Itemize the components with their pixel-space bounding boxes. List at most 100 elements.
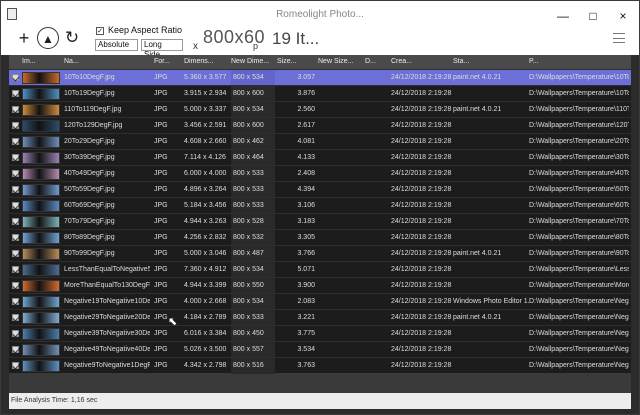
cell-name: 30To39DegF.jpg xyxy=(64,154,115,161)
cell-new-dimensions: 800 x 534 xyxy=(231,262,275,278)
cell-format: JPG xyxy=(154,282,168,289)
row-checkbox[interactable] xyxy=(12,250,19,257)
table-row[interactable]: 40To49DegF.jpg JPG 6.000 x 4.000 800 x 533 2… xyxy=(9,165,631,182)
table-row[interactable]: Negative9ToNegative1DegF.jpg JPG 4.342 x 2… xyxy=(9,357,631,374)
row-checkbox[interactable] xyxy=(12,282,19,289)
header-format[interactable]: For... xyxy=(154,55,184,69)
cell-path: D:\Wallpapers\Temperature\Negati... xyxy=(529,314,629,321)
table-row[interactable]: 10To19DegF.jpg JPG 3.915 x 2.934 800 x 600 3… xyxy=(9,85,631,102)
table-row[interactable]: 70To79DegF.jpg JPG 4.944 x 3.263 800 x 528 3… xyxy=(9,213,631,230)
image-thumbnail xyxy=(22,344,60,356)
cell-name: Negative49ToNegative40Deg... xyxy=(64,346,150,353)
cell-created: 24/12/2018 2:19:28 ... xyxy=(391,138,453,145)
side-select[interactable]: Long Side xyxy=(141,39,183,59)
header-size[interactable]: Size... xyxy=(277,55,315,69)
row-checkbox[interactable] xyxy=(12,314,19,321)
table-row[interactable]: 110To119DegF.jpg JPG 5.000 x 3.337 800 x 53… xyxy=(9,101,631,118)
row-checkbox[interactable] xyxy=(12,90,19,97)
cell-dimensions: 4.342 x 2.798 xyxy=(184,362,227,369)
table-row[interactable]: Negative39ToNegative30Deg... JPG 6.016 x 3… xyxy=(9,325,631,342)
cell-dimensions: 4.184 x 2.789 xyxy=(184,314,227,321)
table-row[interactable]: Negative49ToNegative40Deg... JPG 5.026 x 3… xyxy=(9,341,631,358)
cell-new-dimensions: 800 x 533 xyxy=(231,182,275,198)
table-row[interactable]: 50To59DegF.jpg JPG 4.896 x 3.264 800 x 533 4… xyxy=(9,181,631,198)
cell-name: Negative39ToNegative30Deg... xyxy=(64,330,150,337)
header-name[interactable]: Na... xyxy=(64,55,150,69)
cell-format: JPG xyxy=(154,138,168,145)
header-status[interactable]: Sta... xyxy=(453,55,529,69)
table-row[interactable]: Negative19ToNegative10DegF... JPG 4.000 x … xyxy=(9,293,631,310)
cell-size: 4.133 xyxy=(297,154,315,161)
cell-new-dimensions: 800 x 528 xyxy=(231,214,275,230)
process-button[interactable]: ▲ xyxy=(37,27,59,49)
header-image[interactable]: Im... xyxy=(22,55,60,69)
resize-mode-select[interactable]: Absolute xyxy=(95,39,138,51)
row-checkbox[interactable] xyxy=(12,138,19,145)
window-title: Romeolight Photo... xyxy=(276,9,364,20)
header-d[interactable]: D... xyxy=(365,55,387,69)
cell-size: 3.763 xyxy=(297,362,315,369)
table-row[interactable]: LessThanEqualToNegative50... JPG 7.360 x 4… xyxy=(9,261,631,278)
table-row[interactable]: 60To69DegF.jpg JPG 5.184 x 3.456 800 x 533 3… xyxy=(9,197,631,214)
cell-format: JPG xyxy=(154,202,168,209)
row-checkbox[interactable] xyxy=(12,122,19,129)
header-created[interactable]: Crea... xyxy=(391,55,453,69)
maximize-button[interactable]: □ xyxy=(579,5,607,27)
cell-size: 3.183 xyxy=(297,218,315,225)
row-checkbox[interactable] xyxy=(12,218,19,225)
row-checkbox[interactable] xyxy=(12,106,19,113)
cell-path: D:\Wallpapers\Temperature\120To1... xyxy=(529,122,629,129)
refresh-button[interactable]: ↻ xyxy=(61,27,83,49)
image-thumbnail xyxy=(22,152,60,164)
table-header: Im... Na... For... Dimens... New Dime...… xyxy=(9,55,631,69)
row-checkbox[interactable] xyxy=(12,234,19,241)
image-thumbnail xyxy=(22,136,60,148)
row-checkbox[interactable] xyxy=(12,362,19,369)
row-checkbox[interactable] xyxy=(12,170,19,177)
hamburger-menu-icon[interactable] xyxy=(613,33,625,43)
cell-created: 24/12/2018 2:19:28 ... xyxy=(391,218,453,225)
close-button[interactable]: × xyxy=(609,5,637,27)
keep-aspect-checkbox[interactable]: ✓ xyxy=(96,27,104,35)
row-checkbox[interactable] xyxy=(12,154,19,161)
cell-dimensions: 4.944 x 3.263 xyxy=(184,218,227,225)
minimize-button[interactable]: — xyxy=(549,5,577,27)
row-checkbox[interactable] xyxy=(12,330,19,337)
row-checkbox[interactable] xyxy=(12,74,19,81)
header-path[interactable]: P... xyxy=(529,55,629,69)
cell-path: D:\Wallpapers\Temperature\20To29... xyxy=(529,138,629,145)
cell-size: 4.394 xyxy=(297,186,315,193)
table-row[interactable]: 10To10DegF.jpg JPG 5.360 x 3.577 800 x 534 3… xyxy=(9,69,631,86)
row-checkbox[interactable] xyxy=(12,346,19,353)
cell-path: D:\Wallpapers\Temperature\Negati... xyxy=(529,330,629,337)
cell-name: 40To49DegF.jpg xyxy=(64,170,115,177)
cell-path: D:\Wallpapers\Temperature\70To79... xyxy=(529,218,629,225)
row-checkbox[interactable] xyxy=(12,266,19,273)
header-new-size[interactable]: New Size... xyxy=(318,55,362,69)
table-row[interactable]: Negative29ToNegative20Deg...JPG4.184 x 2… xyxy=(9,309,631,326)
cell-size: 2.617 xyxy=(297,122,315,129)
row-checkbox[interactable] xyxy=(12,186,19,193)
table-row[interactable]: 80To89DegF.jpg JPG 4.256 x 2.832 800 x 532 3… xyxy=(9,229,631,246)
cell-format: JPG xyxy=(154,234,168,241)
table-row[interactable]: 120To129DegF.jpg JPG 3.456 x 2.591 800 x 60… xyxy=(9,117,631,134)
cell-created: 24/12/2018 2:19:28 ... xyxy=(391,90,453,97)
cell-dimensions: 5.184 x 3.456 xyxy=(184,202,227,209)
status-bar: File Analysis Time: 1,16 sec xyxy=(9,393,631,409)
add-files-button[interactable]: + xyxy=(13,27,35,49)
row-checkbox[interactable] xyxy=(12,298,19,305)
cell-created: 24/12/2018 2:19:28 ... xyxy=(391,346,453,353)
image-thumbnail xyxy=(22,200,60,212)
cell-dimensions: 4.896 x 3.264 xyxy=(184,186,227,193)
cell-new-dimensions: 800 x 532 xyxy=(231,230,275,246)
cell-name: Negative19ToNegative10DegF... xyxy=(64,298,150,305)
cell-name: MoreThanEqualTo130DegF.jpg xyxy=(64,282,150,289)
header-dimensions[interactable]: Dimens... xyxy=(184,55,229,69)
table-row[interactable]: 20To29DegF.jpg JPG 4.608 x 2.660 800 x 462 4… xyxy=(9,133,631,150)
table-row[interactable]: MoreThanEqualTo130DegF.jpg JPG 4.944 x 3.3… xyxy=(9,277,631,294)
table-row[interactable]: 90To99DegF.jpg JPG 5.000 x 3.046 800 x 487 3… xyxy=(9,245,631,262)
row-checkbox[interactable] xyxy=(12,202,19,209)
header-new-dimensions[interactable]: New Dime... xyxy=(231,55,275,69)
table-row[interactable]: 30To39DegF.jpg JPG 7.114 x 4.126 800 x 464 4… xyxy=(9,149,631,166)
cell-path: D:\Wallpapers\Temperature\90To99... xyxy=(529,250,629,257)
